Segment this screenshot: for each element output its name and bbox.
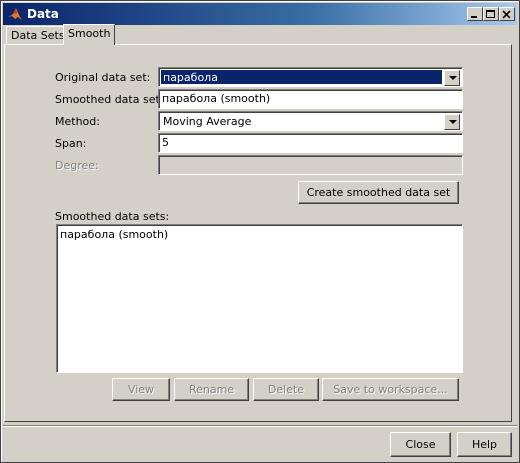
save-to-workspace-button[interactable]: Save to workspace... [322, 378, 459, 401]
span-field[interactable]: 5 [158, 133, 463, 153]
span-label: Span: [55, 137, 87, 150]
close-icon [502, 10, 511, 19]
help-button[interactable]: Help [457, 432, 512, 457]
tab-label: Smooth [68, 27, 111, 40]
maximize-button[interactable] [483, 7, 499, 21]
smoothed-data-set-label: Smoothed data set: [55, 93, 164, 106]
delete-button[interactable]: Delete [253, 378, 319, 401]
minimize-button[interactable] [467, 7, 483, 21]
close-window-button[interactable] [499, 7, 515, 21]
data-window: Data Data Sets Smooth Original data set:… [0, 0, 520, 463]
original-data-set-select[interactable]: парабола [158, 67, 463, 87]
create-smoothed-data-set-button[interactable]: Create smoothed data set [298, 181, 459, 204]
title-bar[interactable]: Data [3, 3, 517, 25]
view-button[interactable]: View [112, 378, 170, 401]
tab-data-sets[interactable]: Data Sets [6, 26, 70, 44]
chevron-down-icon[interactable] [444, 70, 460, 86]
rename-button[interactable]: Rename [174, 378, 249, 401]
smooth-panel: Original data set: парабола Smoothed dat… [4, 44, 512, 422]
chevron-down-icon[interactable] [444, 114, 460, 130]
tab-smooth[interactable]: Smooth [63, 24, 116, 45]
maximize-icon [486, 10, 495, 18]
matlab-logo-icon [8, 8, 22, 20]
smoothed-data-sets-list[interactable]: парабола (smooth) [56, 224, 463, 373]
close-button[interactable]: Close [390, 432, 451, 457]
smoothed-data-sets-label: Smoothed data sets: [55, 210, 170, 223]
method-value: Moving Average [163, 115, 252, 128]
original-data-set-value: парабола [161, 70, 442, 84]
tab-label: Data Sets [11, 29, 65, 42]
smoothed-data-set-field[interactable]: парабола (smooth) [158, 89, 463, 109]
degree-field [158, 155, 463, 175]
method-label: Method: [55, 115, 100, 128]
window-title: Data [27, 7, 59, 21]
method-select[interactable]: Moving Average [158, 111, 463, 131]
degree-label: Degree: [55, 159, 99, 172]
original-data-set-label: Original data set: [55, 71, 151, 84]
footer-divider [3, 425, 517, 427]
list-item[interactable]: парабола (smooth) [60, 228, 168, 241]
minimize-icon [471, 16, 477, 18]
